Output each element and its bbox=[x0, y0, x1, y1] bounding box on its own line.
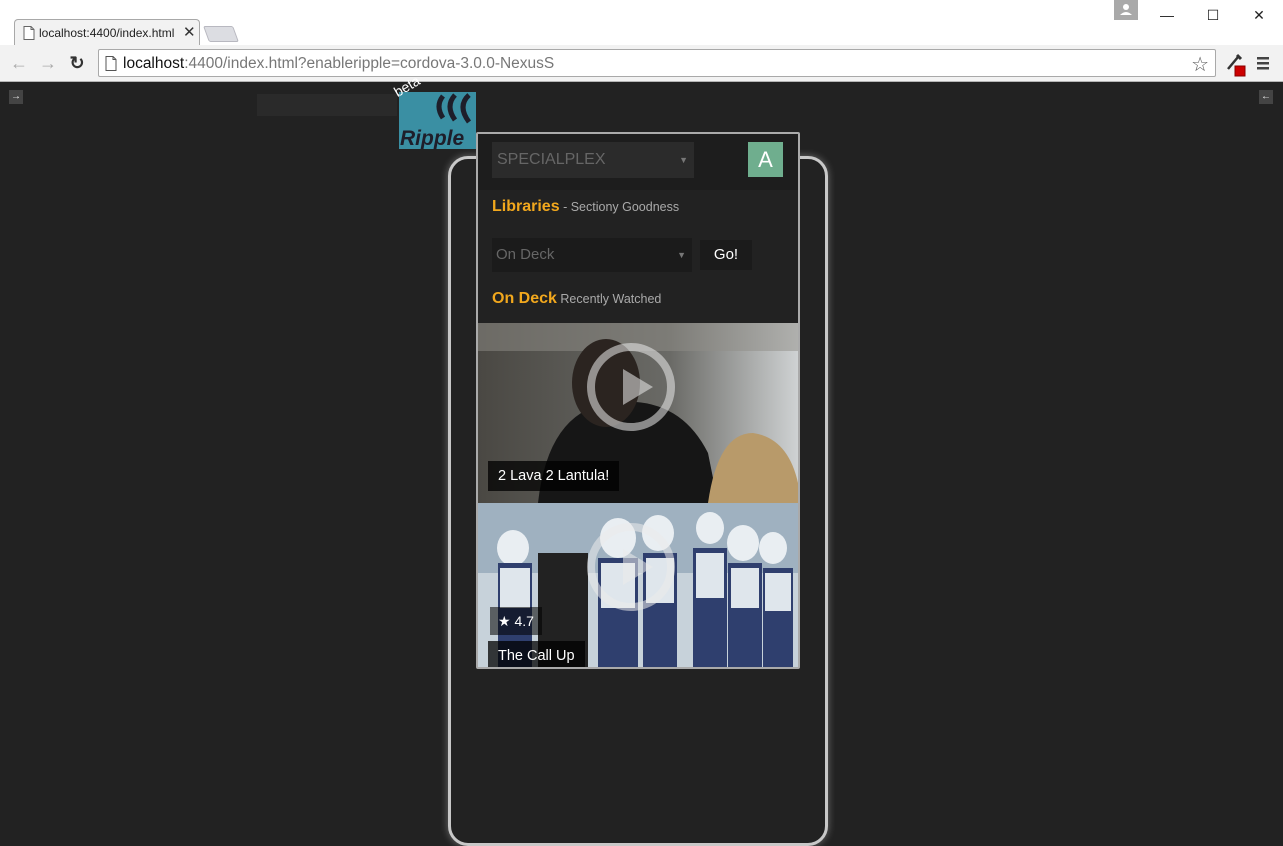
rating-value: 4.7 bbox=[514, 613, 534, 629]
device-screen: SPECIALPLEX ▼ A Libraries - Sectiony Goo… bbox=[476, 132, 800, 669]
avatar[interactable]: A bbox=[748, 142, 783, 177]
libraries-heading: Libraries - Sectiony Goodness bbox=[492, 198, 679, 216]
close-window-button[interactable]: ✕ bbox=[1244, 4, 1274, 26]
maximize-button[interactable]: ☐ bbox=[1198, 4, 1228, 26]
reload-button[interactable]: ↻ bbox=[65, 51, 89, 75]
browser-toolbar: ← → ↻ localhost:4400/index.html?enableri… bbox=[0, 45, 1283, 81]
tab-title: localhost:4400/index.html bbox=[39, 26, 175, 40]
right-panel-toggle-icon[interactable]: ← bbox=[1259, 90, 1273, 104]
browser-chrome: localhost:4400/index.html ✕ — ☐ ✕ ← → ↻ … bbox=[0, 0, 1283, 82]
library-select-value: On Deck bbox=[496, 246, 555, 263]
media-card[interactable]: 2 Lava 2 Lantula! bbox=[478, 323, 798, 503]
left-panel-toggle-icon[interactable]: → bbox=[9, 90, 23, 104]
minimize-button[interactable]: — bbox=[1152, 4, 1182, 26]
page-icon bbox=[23, 26, 35, 40]
star-icon: ★ bbox=[498, 613, 511, 629]
back-button[interactable]: ← bbox=[7, 51, 31, 75]
on-deck-title: On Deck bbox=[492, 290, 557, 307]
rating-badge: ★ 4.7 bbox=[490, 607, 542, 635]
address-bar[interactable]: localhost:4400/index.html?enableripple=c… bbox=[98, 49, 1216, 77]
tab-strip: localhost:4400/index.html ✕ — ☐ ✕ bbox=[0, 0, 1283, 45]
library-select[interactable]: On Deck ▼ bbox=[492, 238, 692, 272]
play-icon[interactable] bbox=[587, 523, 675, 611]
forward-button[interactable]: → bbox=[36, 51, 60, 75]
menu-icon[interactable] bbox=[1255, 52, 1271, 74]
tab-close-icon[interactable]: ✕ bbox=[183, 23, 196, 41]
chevron-down-icon: ▼ bbox=[679, 155, 688, 165]
libraries-subtitle: - Sectiony Goodness bbox=[559, 200, 680, 214]
url-text: localhost:4400/index.html?enableripple=c… bbox=[123, 55, 554, 73]
ripple-logo: Ripple bbox=[399, 92, 476, 149]
play-icon[interactable] bbox=[587, 343, 675, 431]
server-select-value: SPECIALPLEX bbox=[497, 151, 606, 168]
server-select[interactable]: SPECIALPLEX ▼ bbox=[492, 142, 694, 178]
settings-bar bbox=[257, 94, 397, 116]
go-button[interactable]: Go! bbox=[700, 240, 752, 270]
app-header: SPECIALPLEX ▼ A bbox=[478, 134, 798, 190]
eyedropper-extension-icon[interactable] bbox=[1224, 51, 1246, 77]
profile-icon[interactable] bbox=[1114, 0, 1138, 20]
media-title: The Call Up bbox=[488, 641, 585, 667]
bookmark-star-icon[interactable]: ☆ bbox=[1191, 52, 1209, 77]
media-title: 2 Lava 2 Lantula! bbox=[488, 461, 620, 491]
on-deck-heading: On Deck Recently Watched bbox=[492, 290, 661, 308]
chevron-down-icon: ▼ bbox=[677, 250, 686, 260]
browser-tab[interactable]: localhost:4400/index.html ✕ bbox=[14, 19, 200, 45]
url-path: :4400/index.html?enableripple=cordova-3.… bbox=[184, 55, 555, 72]
media-card[interactable]: ★ 4.7 The Call Up bbox=[478, 503, 798, 667]
libraries-title: Libraries bbox=[492, 198, 560, 215]
url-host: localhost bbox=[123, 55, 185, 72]
new-tab-button[interactable] bbox=[203, 26, 239, 42]
logo-text: Ripple bbox=[400, 127, 464, 149]
on-deck-subtitle: Recently Watched bbox=[556, 292, 662, 306]
page-icon bbox=[105, 56, 117, 71]
